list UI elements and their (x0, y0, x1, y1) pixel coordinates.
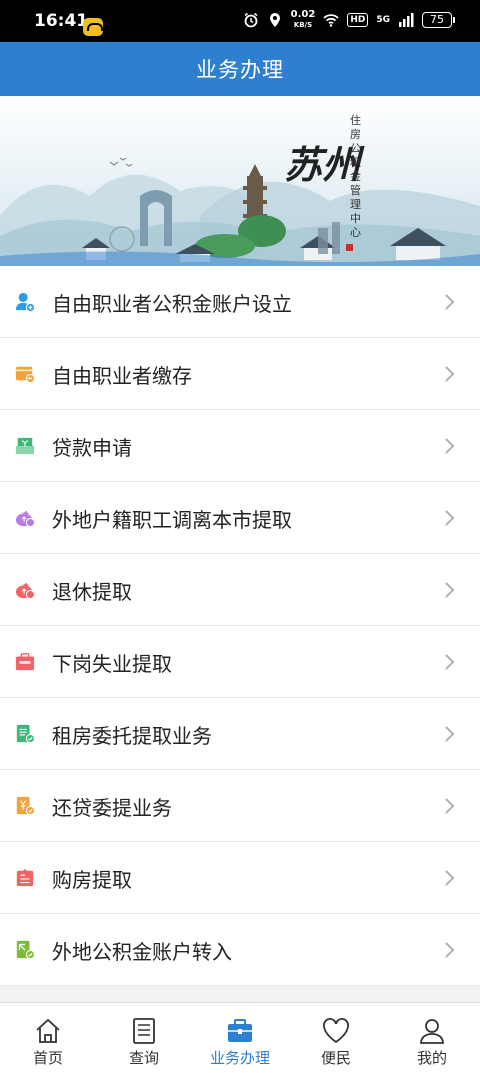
chevron-right-icon (445, 654, 455, 670)
menu-item-label: 下岗失业提取 (52, 652, 172, 676)
heart-icon (323, 1018, 349, 1044)
battery-indicator: 75 (422, 12, 455, 28)
menu-item-label: 外地公积金账户转入 (52, 940, 232, 964)
suzhou-skyline-illustration: 苏州 住房公 积金管 理中心 (0, 113, 480, 266)
menu-item-label: 自由职业者缴存 (52, 364, 192, 388)
chevron-right-icon (445, 870, 455, 886)
app-header: 业务办理 (0, 42, 480, 96)
network-speed: 0.02 KB/S (291, 10, 316, 30)
alarm-icon (244, 12, 258, 28)
tab-label: 查询 (128, 1049, 159, 1067)
menu-item-unemployment-withdrawal[interactable]: 下岗失业提取 (0, 626, 480, 698)
app-notification-icon (83, 18, 103, 36)
chevron-right-icon (445, 438, 455, 454)
network-type: 5G (376, 15, 390, 25)
status-bar: 16:41 0.02 KB/S HD 5G 75 (0, 0, 480, 42)
menu-item-house-purchase-withdrawal[interactable]: 购房提取 (0, 842, 480, 914)
briefcase-icon (228, 1019, 252, 1042)
tab-label: 便民 (320, 1049, 351, 1067)
menu-item-label: 租房委托提取业务 (52, 724, 212, 748)
menu-item-label: 贷款申请 (52, 436, 132, 460)
menu-item-retirement-withdrawal[interactable]: 退休提取 (0, 554, 480, 626)
unemployed-briefcase-icon (15, 653, 35, 671)
menu-item-account-transfer-in[interactable]: 外地公积金账户转入 (0, 914, 480, 986)
menu-item-repayment-entrusted[interactable]: 还贷委提业务 (0, 770, 480, 842)
menu-item-freelancer-deposit[interactable]: 自由职业者缴存 (0, 338, 480, 410)
speed-value: 0.02 (290, 9, 316, 20)
tab-label: 业务办理 (209, 1049, 270, 1067)
wifi-icon (323, 14, 339, 27)
menu-item-loan-application[interactable]: 贷款申请 (0, 410, 480, 482)
loan-box-icon (15, 437, 35, 455)
bottom-tab-bar: 首页 查询 业务办理 便民 我的 (0, 1002, 480, 1073)
chevron-right-icon (445, 366, 455, 382)
menu-item-label: 购房提取 (52, 868, 132, 892)
tab-label: 我的 (416, 1049, 447, 1067)
business-menu-list: 自由职业者公积金账户设立 自由职业者缴存 贷款申请 外地户籍职工调离本市提取 退… (0, 266, 480, 986)
transfer-in-icon (16, 940, 36, 960)
page-title: 业务办理 (196, 58, 284, 82)
house-purchase-icon (16, 868, 34, 887)
menu-item-label: 还贷委提业务 (52, 796, 172, 820)
app-root: 16:41 0.02 KB/S HD 5G 75 业务办理 苏州 住房公 积金管… (0, 0, 480, 1073)
signal-icon (399, 13, 414, 27)
tab-business[interactable]: 业务办理 (192, 1003, 288, 1073)
menu-item-freelancer-account-setup[interactable]: 自由职业者公积金账户设立 (0, 266, 480, 338)
banner-image: 苏州 住房公 积金管 理中心 (0, 96, 480, 266)
location-icon (269, 13, 280, 27)
tab-convenience[interactable]: 便民 (288, 1003, 384, 1073)
chevron-right-icon (445, 798, 455, 814)
query-document-icon (133, 1018, 155, 1044)
person-icon (420, 1019, 444, 1044)
rent-document-icon (16, 724, 36, 744)
chevron-right-icon (445, 294, 455, 310)
home-icon (36, 1018, 60, 1043)
menu-item-label: 外地户籍职工调离本市提取 (52, 508, 292, 532)
speed-unit: KB/S (293, 21, 313, 29)
tab-home[interactable]: 首页 (0, 1003, 96, 1073)
coin-bag-red-icon (15, 582, 36, 600)
seal-stamp (346, 244, 353, 251)
hd-badge: HD (347, 13, 369, 27)
user-add-icon (15, 292, 36, 312)
repay-document-icon (16, 796, 36, 816)
chevron-right-icon (445, 942, 455, 958)
tab-label: 首页 (32, 1049, 63, 1067)
menu-item-rent-entrusted-withdrawal[interactable]: 租房委托提取业务 (0, 698, 480, 770)
tab-mine[interactable]: 我的 (384, 1003, 480, 1073)
menu-item-nonlocal-withdrawal[interactable]: 外地户籍职工调离本市提取 (0, 482, 480, 554)
tab-query[interactable]: 查询 (96, 1003, 192, 1073)
chevron-right-icon (445, 510, 455, 526)
status-time: 16:41 (34, 11, 89, 31)
status-indicators: 0.02 KB/S HD 5G 75 (243, 10, 455, 30)
coin-bag-purple-icon (15, 510, 36, 528)
wallet-deposit-icon (15, 366, 36, 384)
chevron-right-icon (445, 726, 455, 742)
menu-item-label: 自由职业者公积金账户设立 (52, 292, 292, 316)
chevron-right-icon (445, 582, 455, 598)
menu-item-label: 退休提取 (52, 580, 132, 604)
